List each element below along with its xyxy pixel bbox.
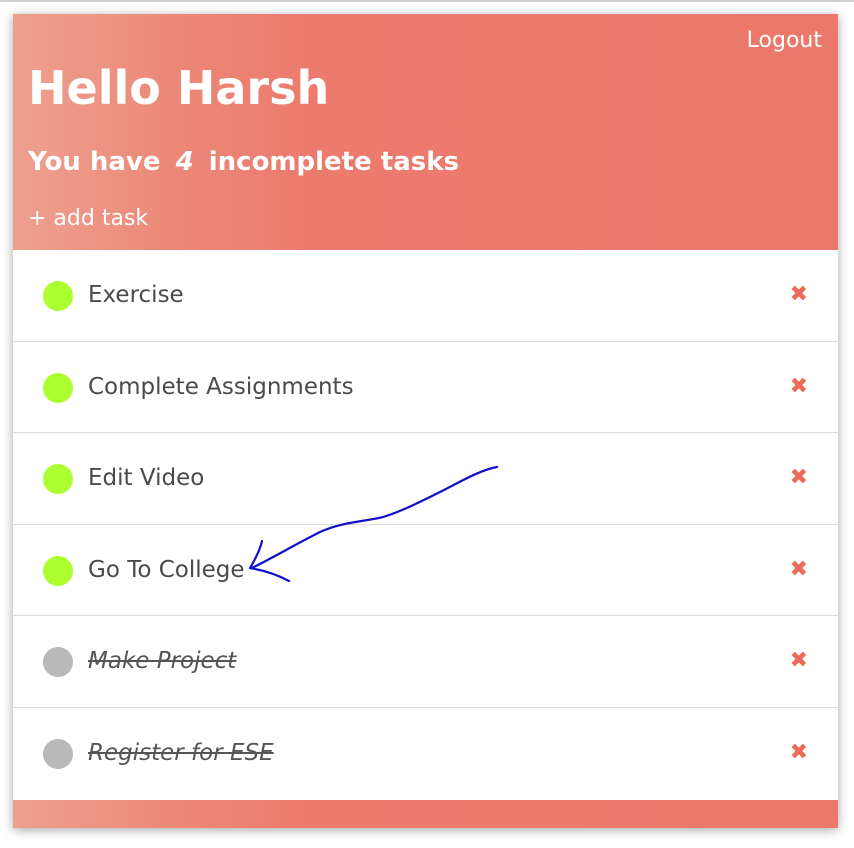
task-row: Complete Assignments ✖	[13, 342, 838, 433]
task-row: Register for ESE ✖	[13, 708, 838, 800]
task-status-toggle[interactable]	[43, 464, 73, 494]
header: Logout Hello Harsh You have 4 incomplete…	[13, 14, 838, 250]
add-task-button[interactable]: + add task	[28, 206, 148, 231]
task-status-toggle[interactable]	[43, 555, 73, 586]
task-status-toggle[interactable]	[43, 738, 73, 769]
window-top-border	[0, 0, 854, 2]
task-status-toggle[interactable]	[43, 372, 73, 403]
task-label: Edit Video	[88, 465, 205, 491]
todo-card: Logout Hello Harsh You have 4 incomplete…	[13, 14, 838, 828]
task-row: Edit Video ✖	[13, 433, 838, 525]
incomplete-count: 4	[175, 147, 194, 177]
task-row: Exercise ✖	[13, 250, 838, 342]
logout-button[interactable]: Logout	[747, 28, 822, 53]
task-label: Make Project	[88, 648, 237, 674]
incomplete-prefix: You have	[28, 147, 161, 177]
task-label: Exercise	[88, 282, 184, 308]
delete-task-icon[interactable]: ✖	[790, 646, 808, 676]
incomplete-suffix: incomplete tasks	[208, 147, 460, 177]
footer-bar	[13, 800, 838, 828]
task-status-toggle[interactable]	[43, 647, 73, 677]
greeting-title: Hello Harsh	[28, 61, 330, 115]
task-row: Go To College ✖	[13, 525, 838, 616]
task-status-toggle[interactable]	[43, 281, 73, 311]
delete-task-icon[interactable]: ✖	[790, 372, 808, 402]
task-row: Make Project ✖	[13, 616, 838, 708]
delete-task-icon[interactable]: ✖	[790, 738, 808, 768]
delete-task-icon[interactable]: ✖	[790, 280, 808, 310]
delete-task-icon[interactable]: ✖	[790, 463, 808, 493]
incomplete-summary: You have 4 incomplete tasks	[28, 146, 459, 178]
delete-task-icon[interactable]: ✖	[790, 555, 808, 585]
task-label: Go To College	[88, 556, 245, 583]
task-list: Exercise ✖ Complete Assignments ✖ Edit V…	[13, 250, 838, 799]
task-label: Register for ESE	[88, 739, 274, 766]
task-label: Complete Assignments	[88, 373, 354, 400]
